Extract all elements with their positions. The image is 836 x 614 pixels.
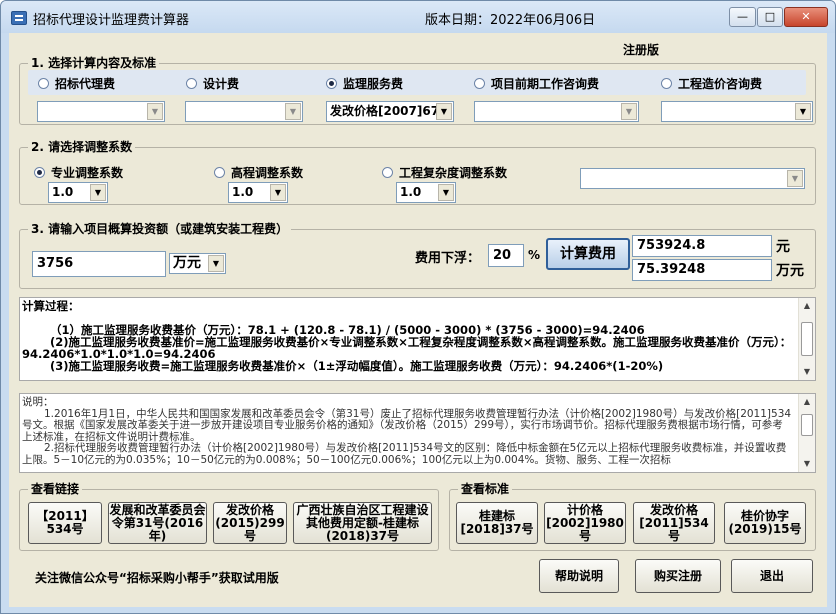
calc-line: (2)施工监理服务收费基准价=施工监理服务收费基价×专业调整系数×工程复杂程度调… [22, 335, 792, 361]
link-guangxi-quota-button[interactable]: 广西壮族自治区工程建设其他费用定额-桂建标(2018)37号 [293, 502, 432, 544]
scroll-down-icon[interactable]: ▼ [799, 456, 815, 472]
standard-534-button[interactable]: 发改价格[2011]534号 [633, 502, 715, 544]
chevron-down-icon: ▼ [90, 184, 106, 201]
section3-title: 3. 请输入项目概算投资额（或建筑安装工程费） [28, 221, 292, 237]
radio-complexity-coefficient[interactable]: 工程复杂度调整系数 [382, 164, 507, 181]
dropdown-elevation-value[interactable]: 1.0 ▼ [228, 182, 288, 203]
notes-line: 2.招标代理服务收费管理暂行办法（计价格[2002]1980号）与发改价格[20… [22, 442, 787, 466]
maximize-icon: □ [764, 10, 776, 23]
wechat-note: 关注微信公众号“招标采购小帮手”获取试用版 [35, 571, 279, 585]
section2-title: 2. 请选择调整系数 [28, 139, 136, 155]
section-adjust-coefficient: 2. 请选择调整系数 专业调整系数 高程调整系数 工程复杂度调整系数 1.0 ▼ … [19, 139, 816, 205]
dropdown-professional-value[interactable]: 1.0 ▼ [48, 182, 108, 203]
chevron-down-icon: ▼ [147, 103, 163, 120]
wan-unit-label: 万元 [776, 263, 804, 279]
dropdown-bidding-standard[interactable]: ▼ [37, 101, 165, 122]
calc-scrollbar[interactable]: ▲ ▼ [798, 298, 815, 380]
dropdown-supervision-standard[interactable]: 发改价格[2007]67 ▼ [326, 101, 454, 122]
radio-dot-icon [38, 78, 49, 89]
radio-design-fee[interactable]: 设计费 [186, 75, 239, 92]
unit-dropdown[interactable]: 万元 ▼ [169, 253, 226, 274]
notes-heading: 说明： [22, 396, 54, 408]
buy-register-button[interactable]: 购买注册 [635, 559, 721, 593]
calculation-process-text: 计算过程： （1）施工监理服务收费基价（万元）：78.1 + (120.8 - … [22, 300, 792, 372]
result-yuan-output: 753924.8 [632, 235, 772, 257]
radio-supervision-fee[interactable]: 监理服务费 [326, 75, 403, 92]
dropdown-complexity-type[interactable]: ▼ [580, 168, 805, 189]
radio-dot-icon [661, 78, 672, 89]
title-bar[interactable]: 招标代理设计监理费计算器 版本日期：2022年06月06日 — □ ✕ [1, 1, 835, 33]
calculation-process-box[interactable]: 计算过程： （1）施工监理服务收费基价（万元）：78.1 + (120.8 - … [19, 297, 816, 381]
radio-dot-icon [474, 78, 485, 89]
chevron-down-icon: ▼ [270, 184, 286, 201]
section-calc-content: 1. 选择计算内容及标准 招标代理费 设计费 监理服务费 项目前期工作咨询费 工… [19, 55, 816, 125]
radio-dot-selected-icon [326, 78, 337, 89]
app-window: 招标代理设计监理费计算器 版本日期：2022年06月06日 — □ ✕ 注册版 … [0, 0, 836, 614]
calc-line: (3)施工监理服务收费=施工监理服务收费基准价×（1±浮动幅度值）。施工监理服务… [50, 359, 664, 373]
dropdown-cost-standard[interactable]: ▼ [661, 101, 813, 122]
section1-title: 1. 选择计算内容及标准 [28, 55, 160, 71]
standards-group: 查看标准 桂建标[2018]37号 计价格[2002]1980号 发改价格[20… [449, 481, 816, 551]
radio-bidding-agency[interactable]: 招标代理费 [38, 75, 115, 92]
yuan-unit-label: 元 [776, 239, 790, 255]
maximize-button[interactable]: □ [757, 7, 783, 27]
scroll-down-icon[interactable]: ▼ [799, 364, 815, 380]
chevron-down-icon: ▼ [208, 255, 224, 272]
discount-input[interactable]: 20 [488, 244, 524, 267]
chevron-down-icon: ▼ [795, 103, 811, 120]
link-2015-299-button[interactable]: 发改价格(2015)299号 [213, 502, 287, 544]
standard-guijianbiao-button[interactable]: 桂建标[2018]37号 [456, 502, 538, 544]
notes-text: 说明： 1.2016年1月1日，中华人民共和国国家发展和改革委员会令（第31号）… [22, 396, 792, 466]
help-button[interactable]: 帮助说明 [539, 559, 619, 593]
dropdown-design-standard[interactable]: ▼ [185, 101, 303, 122]
close-button[interactable]: ✕ [784, 7, 828, 27]
window-title: 招标代理设计监理费计算器 [33, 13, 190, 28]
minimize-button[interactable]: — [729, 7, 756, 27]
chevron-down-icon: ▼ [787, 170, 803, 187]
scroll-up-icon[interactable]: ▲ [799, 394, 815, 410]
dropdown-preliminary-standard[interactable]: ▼ [474, 101, 639, 122]
notes-scrollbar[interactable]: ▲ ▼ [798, 394, 815, 472]
section-investment-input: 3. 请输入项目概算投资额（或建筑安装工程费） 3756 万元 ▼ 费用下浮： 2… [19, 221, 816, 289]
app-icon [11, 11, 27, 25]
standard-guijiaxie-button[interactable]: 桂价协字(2019)15号 [724, 502, 806, 544]
link-order-31-button[interactable]: 发展和改革委员会令第31号(2016年) [108, 502, 207, 544]
version-date: 版本日期：2022年06月06日 [425, 13, 596, 28]
scroll-thumb[interactable] [801, 414, 813, 436]
scroll-up-icon[interactable]: ▲ [799, 298, 815, 314]
links-title: 查看链接 [28, 481, 83, 497]
radio-dot-icon [382, 167, 393, 178]
radio-dot-icon [186, 78, 197, 89]
client-area: 注册版 1. 选择计算内容及标准 招标代理费 设计费 监理服务费 项目前期工作咨… [9, 33, 827, 607]
percent-label: % [528, 248, 541, 262]
radio-elevation-coefficient[interactable]: 高程调整系数 [214, 164, 303, 181]
chevron-down-icon: ▼ [621, 103, 637, 120]
exit-button[interactable]: 退出 [731, 559, 813, 593]
radio-dot-selected-icon [34, 167, 45, 178]
minimize-icon: — [737, 10, 748, 23]
result-wan-output: 75.39248 [632, 259, 772, 281]
link-2011-534-button[interactable]: 【2011】534号 [28, 502, 102, 544]
discount-label: 费用下浮： [415, 251, 481, 266]
standards-title: 查看标准 [458, 481, 513, 497]
chevron-down-icon: ▼ [436, 103, 452, 120]
notes-line: 1.2016年1月1日，中华人民共和国国家发展和改革委员会令（第31号）废止了招… [22, 407, 792, 443]
calc-heading: 计算过程： [22, 299, 80, 313]
investment-amount-input[interactable]: 3756 [32, 251, 166, 277]
links-group: 查看链接 【2011】534号 发展和改革委员会令第31号(2016年) 发改价… [19, 481, 439, 551]
standard-1980-button[interactable]: 计价格[2002]1980号 [544, 502, 626, 544]
calculate-button[interactable]: 计算费用 [546, 238, 630, 270]
registered-label: 注册版 [623, 43, 660, 57]
radio-cost-consulting[interactable]: 工程造价咨询费 [661, 75, 762, 92]
radio-dot-icon [214, 167, 225, 178]
close-icon: ✕ [801, 10, 811, 23]
radio-preliminary-consulting[interactable]: 项目前期工作咨询费 [474, 75, 599, 92]
notes-box[interactable]: 说明： 1.2016年1月1日，中华人民共和国国家发展和改革委员会令（第31号）… [19, 393, 816, 473]
chevron-down-icon: ▼ [438, 184, 454, 201]
chevron-down-icon: ▼ [285, 103, 301, 120]
scroll-thumb[interactable] [801, 322, 813, 356]
dropdown-complexity-value[interactable]: 1.0 ▼ [396, 182, 456, 203]
radio-professional-coefficient[interactable]: 专业调整系数 [34, 164, 123, 181]
